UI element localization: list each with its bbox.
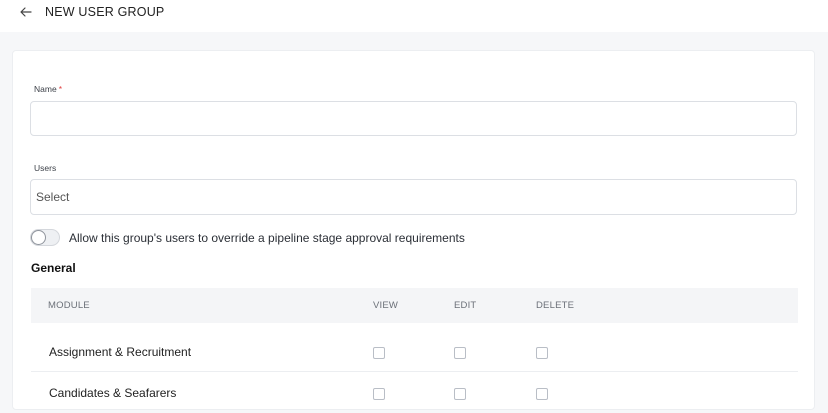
- users-label: Users: [34, 163, 57, 173]
- section-title-general: General: [31, 261, 76, 275]
- edit-checkbox[interactable]: [454, 347, 466, 359]
- required-marker: *: [58, 84, 62, 94]
- module-name: Assignment & Recruitment: [49, 345, 192, 359]
- module-name: Candidates & Seafarers: [49, 386, 177, 400]
- edit-checkbox[interactable]: [454, 388, 466, 400]
- delete-checkbox[interactable]: [536, 347, 548, 359]
- permissions-table-header: MODULE VIEW EDIT DELETE: [31, 288, 798, 323]
- column-header-module: MODULE: [48, 300, 90, 311]
- back-button[interactable]: [18, 4, 34, 20]
- name-label: Name *: [34, 84, 62, 94]
- top-bar: NEW USER GROUP: [0, 0, 828, 32]
- name-label-text: Name: [34, 84, 57, 94]
- page-title: NEW USER GROUP: [45, 5, 165, 19]
- view-checkbox[interactable]: [373, 347, 385, 359]
- table-row: Assignment & Recruitment: [31, 331, 798, 372]
- toggle-knob: [31, 230, 46, 245]
- override-approval-label: Allow this group's users to override a p…: [69, 231, 465, 245]
- column-header-view: VIEW: [373, 300, 399, 311]
- column-header-edit: EDIT: [454, 300, 477, 311]
- users-select[interactable]: Select: [30, 179, 797, 215]
- form-card: Name * Users Select Allow this group's us…: [12, 50, 815, 410]
- name-input[interactable]: [30, 101, 797, 136]
- view-checkbox[interactable]: [373, 388, 385, 400]
- column-header-delete: DELETE: [536, 300, 575, 311]
- override-approval-toggle[interactable]: [30, 229, 60, 246]
- users-select-value: Select: [36, 190, 70, 204]
- delete-checkbox[interactable]: [536, 388, 548, 400]
- arrow-left-icon: [20, 7, 32, 17]
- table-row: Candidates & Seafarers: [31, 372, 798, 413]
